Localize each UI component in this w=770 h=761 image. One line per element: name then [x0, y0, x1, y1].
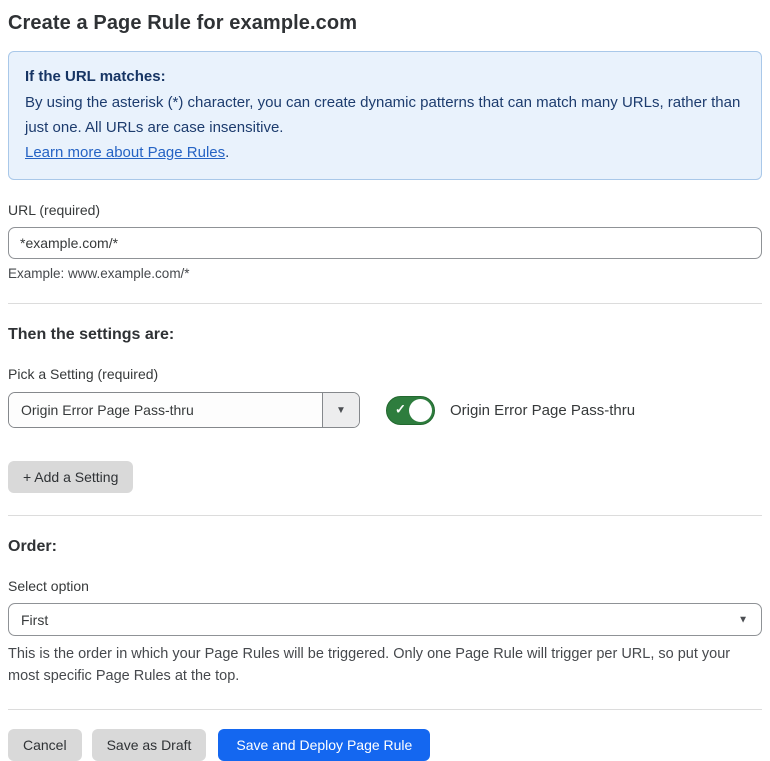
chevron-down-icon: ▼	[738, 614, 748, 625]
toggle-knob	[409, 398, 432, 422]
link-suffix: .	[225, 144, 230, 161]
setting-select-arrow-button[interactable]: ▼	[322, 393, 359, 427]
order-select-value: First	[21, 611, 49, 628]
footer-actions: Cancel Save as Draft Save and Deploy Pag…	[8, 729, 762, 761]
setting-select[interactable]: Origin Error Page Pass-thru ▼	[8, 392, 360, 428]
cancel-button[interactable]: Cancel	[8, 729, 82, 761]
setting-select-value: Origin Error Page Pass-thru	[9, 393, 322, 427]
url-match-info-box: If the URL matches: By using the asteris…	[8, 51, 762, 180]
pick-setting-label: Pick a Setting (required)	[8, 366, 159, 382]
divider	[8, 303, 762, 304]
check-icon: ✓	[395, 401, 406, 417]
save-as-draft-button[interactable]: Save as Draft	[91, 729, 207, 761]
url-example-helper: Example: www.example.com/*	[8, 266, 190, 281]
add-setting-button[interactable]: + Add a Setting	[8, 461, 134, 493]
select-option-label: Select option	[8, 578, 89, 594]
settings-section-heading: Then the settings are:	[8, 326, 175, 343]
chevron-down-icon: ▼	[336, 404, 346, 416]
setting-picker-row: Origin Error Page Pass-thru ▼ ✓ Origin E…	[8, 392, 762, 428]
learn-more-link[interactable]: Learn more about Page Rules	[25, 144, 225, 161]
setting-toggle[interactable]: ✓	[386, 395, 435, 425]
order-section-heading: Order:	[8, 538, 57, 555]
url-input[interactable]	[8, 227, 762, 259]
page-title: Create a Page Rule for example.com	[8, 12, 358, 34]
info-box-heading: If the URL matches:	[25, 68, 166, 85]
divider	[8, 515, 762, 516]
info-box-body: By using the asterisk (*) character, you…	[25, 94, 741, 136]
order-select[interactable]: First ▼	[8, 603, 762, 636]
order-helper-text: This is the order in which your Page Rul…	[8, 646, 731, 684]
save-and-deploy-button[interactable]: Save and Deploy Page Rule	[218, 729, 431, 761]
setting-toggle-label: Origin Error Page Pass-thru	[450, 401, 636, 419]
info-box-link-line: Learn more about Page Rules.	[25, 140, 745, 165]
url-field-label: URL (required)	[8, 202, 101, 218]
